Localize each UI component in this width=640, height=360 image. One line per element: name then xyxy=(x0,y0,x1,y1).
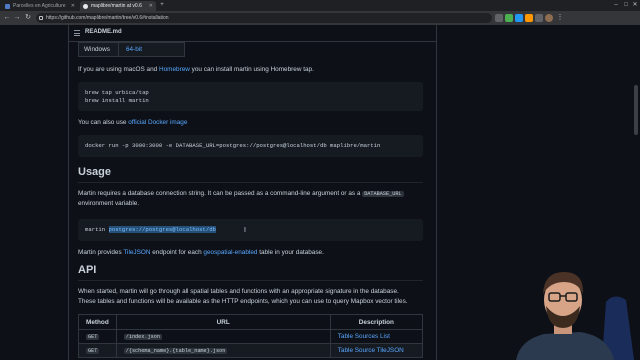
avatar[interactable] xyxy=(545,14,553,22)
puzzle-icon[interactable] xyxy=(535,14,543,22)
table-header-row: Method URL Description xyxy=(78,314,424,330)
os-cell: Windows xyxy=(78,42,119,57)
url-cell: /index.json xyxy=(115,329,331,344)
homebrew-link[interactable]: Homebrew xyxy=(159,66,190,73)
api-table: Method URL Description GET /index.json T… xyxy=(78,314,424,358)
reload-icon[interactable]: ↻ xyxy=(24,14,32,22)
method-cell: GET xyxy=(78,329,117,344)
table-row: GET /{schema_name}.{table_name}.json Tab… xyxy=(78,343,424,358)
url-text: https://github.com/maplibre/martin/tree/… xyxy=(46,15,169,21)
text: Martin provides xyxy=(78,249,124,256)
table-header-cell: Description xyxy=(329,314,424,330)
heading-divider xyxy=(78,182,423,183)
method-code: GET xyxy=(86,348,100,354)
menu-kebab-icon[interactable]: ⋮ xyxy=(556,14,564,22)
extension-icon[interactable] xyxy=(505,14,513,22)
close-tab-icon[interactable]: ✕ xyxy=(149,1,153,11)
method-code: GET xyxy=(86,334,100,340)
tab-label: Parcelles en Agriculture xyxy=(13,3,66,9)
code-text: martin xyxy=(85,226,109,233)
browser-tab-bar: Parcelles en Agriculture ✕ maplibre/mart… xyxy=(0,0,640,11)
usage-code-block: martin postgres://postgres@localhost/db xyxy=(78,219,423,241)
browser-toolbar: ← → ↻ https://github.com/maplibre/martin… xyxy=(0,11,640,25)
database-url-code: DATABASE_URL xyxy=(362,191,404,197)
api-heading: API xyxy=(78,264,97,276)
presenter-image xyxy=(510,262,640,360)
back-arrow-icon[interactable]: ← xyxy=(3,14,11,22)
close-tab-icon[interactable]: ✕ xyxy=(71,1,75,11)
usage-paragraph-line2: environment variable. xyxy=(78,200,140,207)
extension-icon[interactable] xyxy=(515,14,523,22)
text-cursor-icon: I xyxy=(244,227,246,234)
lock-icon xyxy=(39,16,43,20)
scrollbar-thumb[interactable] xyxy=(634,85,638,135)
list-icon[interactable] xyxy=(74,30,80,36)
text: You can also use xyxy=(78,119,129,126)
tab-parcelles[interactable]: Parcelles en Agriculture ✕ xyxy=(2,1,78,11)
api-paragraph-line2: These tables and functions will be avail… xyxy=(78,298,408,305)
github-icon xyxy=(83,3,88,9)
table-row: GET /index.json Table Sources List xyxy=(78,329,424,344)
tab-label: maplibre/martin at v0.6 xyxy=(91,3,142,9)
docker-image-link[interactable]: official Docker image xyxy=(128,119,187,126)
heading-divider xyxy=(78,280,423,281)
geospatial-enabled-link[interactable]: geospatial-enabled xyxy=(203,249,257,256)
api-paragraph-line1: When started, martin will go through all… xyxy=(78,288,399,295)
forward-arrow-icon[interactable]: → xyxy=(13,14,21,22)
docker-paragraph: You can also use official Docker image xyxy=(78,118,187,127)
extension-icon[interactable] xyxy=(495,14,503,22)
description-cell: Table Source TileJSON xyxy=(329,343,424,358)
install-table: Windows 64-bit xyxy=(78,42,185,57)
provides-paragraph: Martin provides TileJSON endpoint for ea… xyxy=(78,248,324,257)
table-header-cell: URL xyxy=(115,314,331,330)
webcam-overlay xyxy=(510,262,640,360)
method-cell: GET xyxy=(78,343,117,358)
text: endpoint for each xyxy=(150,249,204,256)
text: you can install martin using Homebrew ta… xyxy=(189,66,314,73)
tab-favicon-icon xyxy=(5,3,10,9)
description-link[interactable]: Table Source TileJSON xyxy=(338,347,404,354)
close-window-button[interactable]: ✕ xyxy=(632,2,638,8)
usage-heading: Usage xyxy=(78,166,112,178)
url-code: /{schema_name}.{table_name}.json xyxy=(123,348,228,354)
tab-martin[interactable]: maplibre/martin at v0.6 ✕ xyxy=(80,1,156,11)
arch-cell: 64-bit xyxy=(118,42,185,57)
usage-paragraph: Martin requires a database connection st… xyxy=(78,189,404,199)
minimize-button[interactable]: – xyxy=(613,2,619,8)
extension-icon[interactable] xyxy=(525,14,533,22)
text: If you are using macOS and xyxy=(78,66,159,73)
url-cell: /{schema_name}.{table_name}.json xyxy=(115,343,331,358)
url-code: /index.json xyxy=(123,334,162,340)
new-tab-button[interactable]: + xyxy=(159,2,165,8)
tilejson-link[interactable]: TileJSON xyxy=(123,249,150,256)
text: Martin requires a database connection st… xyxy=(78,190,363,197)
macos-paragraph: If you are using macOS and Homebrew you … xyxy=(78,65,314,74)
arch-link[interactable]: 64-bit xyxy=(126,46,142,53)
readme-header: README.md xyxy=(69,25,436,42)
text: table in your database. xyxy=(257,249,324,256)
brew-code-block: brew tap urbica/tap brew install martin xyxy=(78,82,423,111)
docker-code-block: docker run -p 3000:3000 -e DATABASE_URL=… xyxy=(78,135,423,157)
readme-title: README.md xyxy=(85,29,122,35)
description-cell: Table Sources List xyxy=(329,329,424,344)
description-link[interactable]: Table Sources List xyxy=(338,333,390,340)
address-bar[interactable]: https://github.com/maplibre/martin/tree/… xyxy=(36,13,492,23)
maximize-button[interactable]: □ xyxy=(623,2,629,8)
table-header-cell: Method xyxy=(78,314,117,330)
selected-code-text[interactable]: postgres://postgres@localhost/db xyxy=(108,226,216,233)
